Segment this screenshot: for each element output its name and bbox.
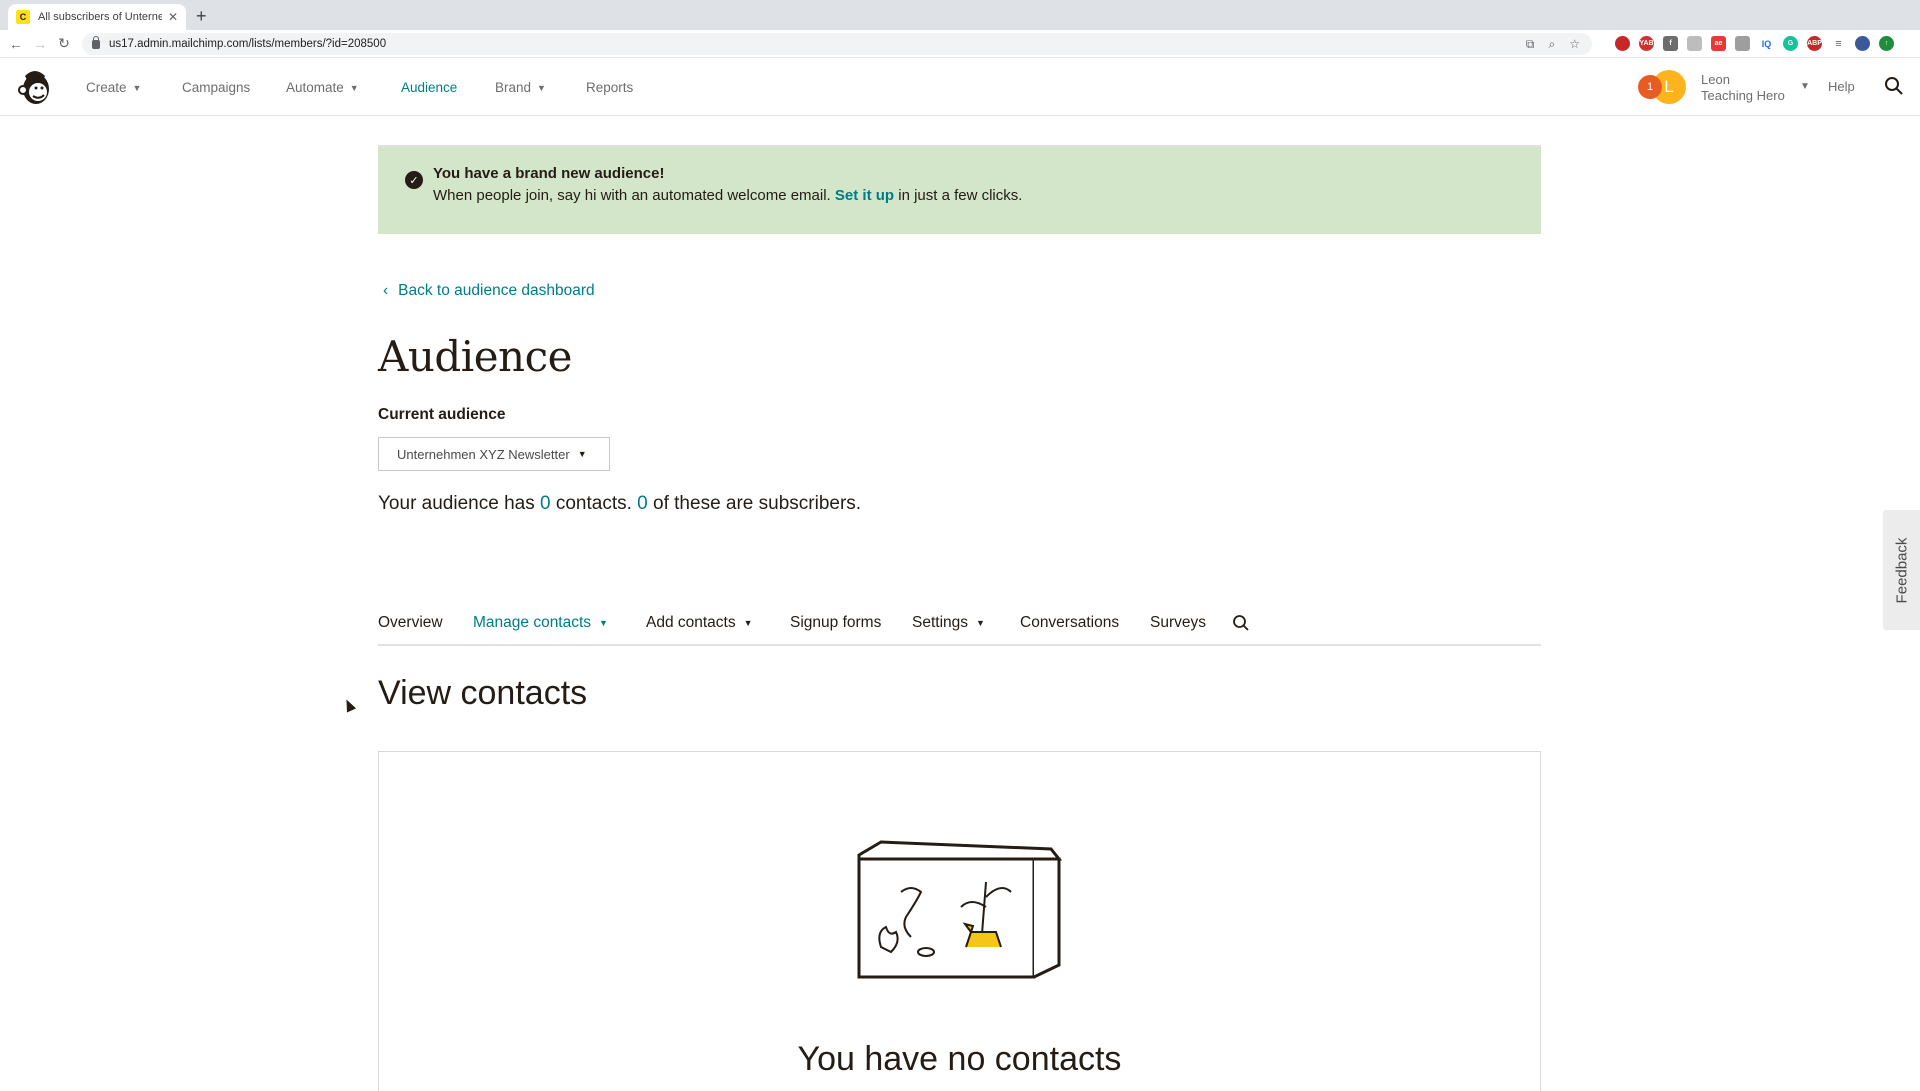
audience-select[interactable]: Unternehmen XYZ Newsletter ▼ <box>378 437 610 471</box>
chevron-down-icon: ▼ <box>537 82 546 93</box>
bookmark-star-icon[interactable]: ☆ <box>1569 37 1580 52</box>
chevron-down-icon: ▼ <box>976 618 985 628</box>
extension-iq-icon[interactable]: IQ <box>1759 36 1774 51</box>
translate-icon[interactable]: ⧉ <box>1526 37 1535 52</box>
chevron-down-icon: ▼ <box>349 82 359 93</box>
help-link[interactable]: Help <box>1828 79 1855 94</box>
chevron-down-icon: ▼ <box>599 618 608 628</box>
set-it-up-link[interactable]: Set it up <box>835 187 894 204</box>
extension-facebook-icon[interactable]: f <box>1663 36 1678 51</box>
chevron-left-icon: ‹ <box>383 282 389 299</box>
tab-manage-contacts[interactable]: Manage contacts ▼ <box>473 614 608 632</box>
nav-campaigns[interactable]: Campaigns <box>182 80 250 95</box>
chevron-down-icon[interactable]: ▼ <box>1800 81 1810 92</box>
browser-toolbar: ← → ↻ us17.admin.mailchimp.com/lists/mem… <box>0 30 1920 58</box>
address-bar[interactable]: us17.admin.mailchimp.com/lists/members/?… <box>82 33 1592 55</box>
tab-signup-forms[interactable]: Signup forms <box>790 614 881 632</box>
extension-grammarly-icon[interactable]: G <box>1783 36 1798 51</box>
extension-abp-icon[interactable]: ABP <box>1807 36 1822 51</box>
extension-tag-icon[interactable] <box>1735 36 1750 51</box>
forward-arrow-icon[interactable]: → <box>28 36 52 52</box>
nav-create[interactable]: Create ▼ <box>86 80 141 95</box>
zoom-icon[interactable]: ⌕ <box>1549 37 1556 52</box>
media-controls-icon[interactable]: ≡ <box>1831 36 1846 51</box>
account-menu[interactable]: Leon Teaching Hero <box>1701 72 1785 104</box>
mailchimp-favicon-icon: C <box>16 10 30 24</box>
chevron-down-icon: ▼ <box>132 82 142 93</box>
back-to-dashboard-link[interactable]: ‹ Back to audience dashboard <box>383 282 595 300</box>
tab-settings[interactable]: Settings ▼ <box>912 614 985 632</box>
tab-conversations[interactable]: Conversations <box>1020 614 1119 632</box>
nav-brand[interactable]: Brand ▼ <box>495 80 546 95</box>
terrarium-illustration-icon <box>857 840 1063 979</box>
success-banner: ✓ You have a brand new audience! When pe… <box>378 145 1541 234</box>
extensions-area: YAB f ae IQ G ABP ≡ ↑ <box>1615 36 1894 51</box>
notification-badge[interactable]: 1 <box>1638 75 1662 99</box>
audience-stats: Your audience has 0 contacts. 0 of these… <box>378 493 862 514</box>
extension-generic-icon[interactable] <box>1687 36 1702 51</box>
back-arrow-icon[interactable]: ← <box>4 36 28 52</box>
browser-tab-bar: C All subscribers of Unternehme ✕ + <box>0 0 1920 30</box>
url-text[interactable]: us17.admin.mailchimp.com/lists/members/?… <box>109 38 386 50</box>
mailchimp-logo-icon[interactable] <box>17 68 53 106</box>
current-audience-label: Current audience <box>378 406 506 423</box>
audience-subnav: Overview Manage contacts ▼ Add contacts ▼ … <box>378 606 1541 646</box>
reload-icon[interactable]: ↻ <box>52 35 76 52</box>
empty-state-title: You have no contacts <box>797 1040 1122 1078</box>
banner-message: When people join, say hi with an automat… <box>433 187 1023 204</box>
tab-surveys[interactable]: Surveys <box>1150 614 1206 632</box>
nav-reports[interactable]: Reports <box>586 80 633 95</box>
contacts-card: You have no contacts <box>378 751 1541 1091</box>
nav-automate[interactable]: Automate ▼ <box>286 80 359 95</box>
nav-audience[interactable]: Audience <box>401 80 457 95</box>
tab-title: All subscribers of Unternehme <box>38 11 162 23</box>
account-avatar-group[interactable]: 1 L <box>1638 70 1690 104</box>
account-name: Leon <box>1701 72 1730 87</box>
update-icon[interactable]: ↑ <box>1879 36 1894 51</box>
new-tab-button[interactable]: + <box>196 6 207 27</box>
subscribers-count[interactable]: 0 <box>637 493 648 514</box>
search-icon[interactable] <box>1884 76 1904 96</box>
contacts-count[interactable]: 0 <box>540 493 551 514</box>
extension-ae-icon[interactable]: ae <box>1711 36 1726 51</box>
banner-title: You have a brand new audience! <box>433 165 665 182</box>
extension-yab-icon[interactable]: YAB <box>1639 36 1654 51</box>
extension-badge-icon[interactable] <box>1615 36 1630 51</box>
page-title: Audience <box>378 332 572 381</box>
lock-icon <box>92 35 100 49</box>
tab-overview[interactable]: Overview <box>378 614 443 632</box>
mouse-cursor-icon <box>341 697 357 713</box>
chevron-down-icon: ▼ <box>577 449 587 459</box>
checkmark-icon: ✓ <box>405 171 423 189</box>
feedback-tab[interactable]: Feedback <box>1883 510 1920 630</box>
browser-tab[interactable]: C All subscribers of Unternehme ✕ <box>8 4 186 30</box>
search-icon[interactable] <box>1232 614 1250 632</box>
app-navigation: Create ▼ Campaigns Automate ▼ Audience Bra… <box>0 58 1920 116</box>
account-org: Teaching Hero <box>1701 88 1785 103</box>
close-tab-icon[interactable]: ✕ <box>168 10 178 24</box>
profile-avatar-icon[interactable] <box>1855 36 1870 51</box>
tab-add-contacts[interactable]: Add contacts ▼ <box>646 614 753 632</box>
section-title: View contacts <box>378 674 588 712</box>
chevron-down-icon: ▼ <box>743 618 753 628</box>
